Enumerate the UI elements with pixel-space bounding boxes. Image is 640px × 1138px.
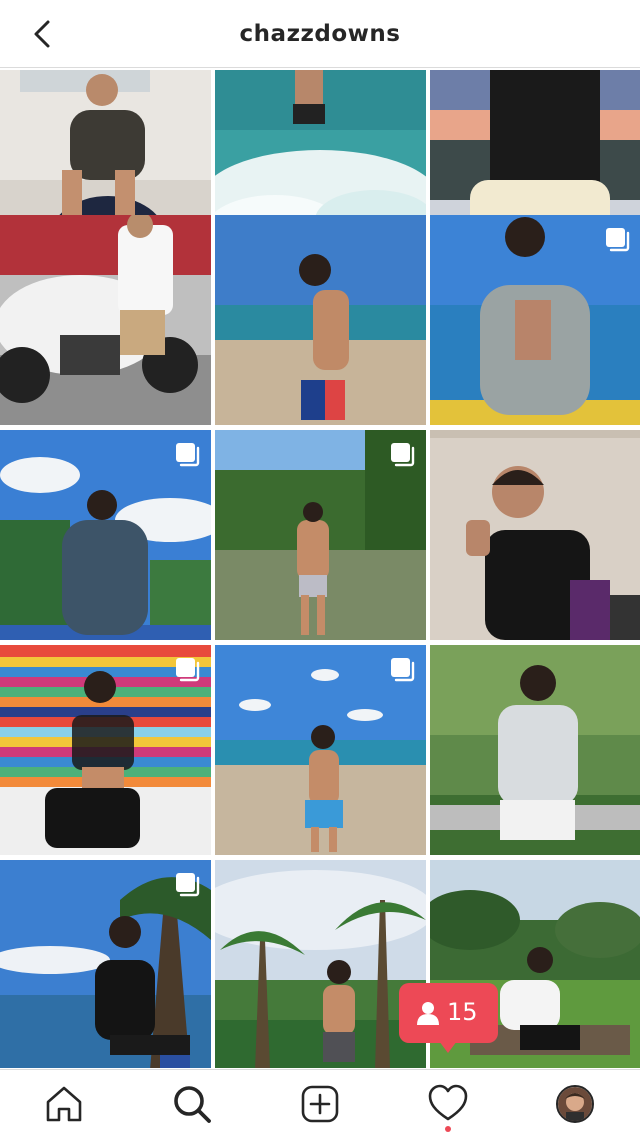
post-thumbnail[interactable] [215,430,426,640]
bubble-pointer [439,1041,457,1053]
post-thumbnail[interactable] [215,645,426,855]
new-post-icon [301,1085,339,1123]
heart-icon [428,1084,468,1121]
post-thumbnail[interactable] [215,860,426,1068]
nav-home-button[interactable] [42,1082,86,1126]
post-image [430,645,640,855]
profile-avatar[interactable] [556,1085,594,1123]
profile-username: chazzdowns [239,21,401,47]
post-thumbnail[interactable] [0,860,211,1068]
post-thumbnail[interactable] [430,645,640,855]
carousel-icon [176,658,200,682]
nav-new-post-button[interactable] [298,1082,342,1126]
nav-activity-button[interactable] [426,1082,470,1126]
post-thumbnail[interactable] [430,215,640,425]
post-thumbnail[interactable] [215,215,426,425]
nav-search-button[interactable] [170,1082,214,1126]
top-bar: chazzdowns [0,0,640,68]
carousel-icon [606,228,630,252]
carousel-icon [176,443,200,467]
bottom-nav [0,1069,640,1138]
activity-dot [445,1126,451,1132]
person-icon [417,1002,439,1025]
post-thumbnail[interactable] [0,215,211,425]
avatar-image [558,1087,592,1121]
posts-grid [0,70,640,1068]
post-image [0,215,211,425]
carousel-icon [176,873,200,897]
search-icon [174,1086,211,1123]
post-thumbnail[interactable] [0,645,211,855]
carousel-icon [391,658,415,682]
carousel-icon [391,443,415,467]
post-image [215,860,426,1068]
new-followers-count: 15 [447,998,478,1026]
post-thumbnail[interactable] [0,430,211,640]
post-image [430,430,640,640]
post-image [215,215,426,425]
post-thumbnail[interactable] [430,430,640,640]
new-followers-bubble[interactable]: 15 [399,983,498,1053]
home-icon [46,1086,82,1122]
